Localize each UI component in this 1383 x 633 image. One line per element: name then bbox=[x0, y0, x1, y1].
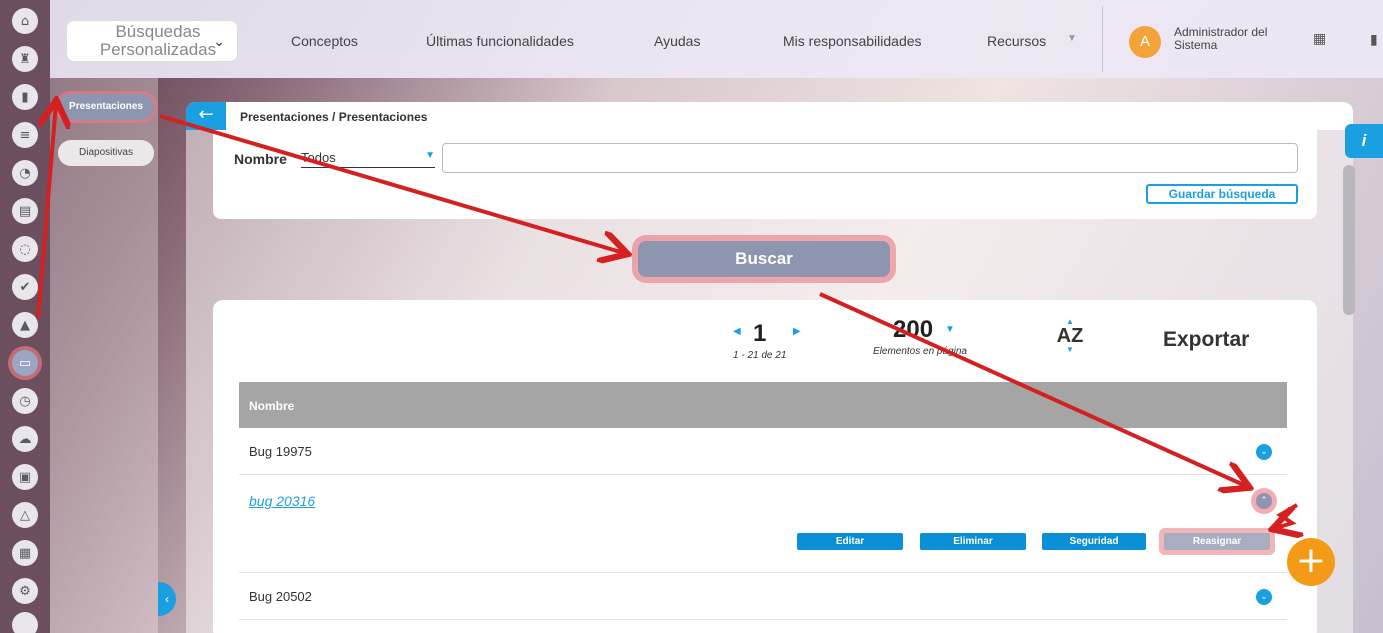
nav-mis-responsabilidades[interactable]: Mis responsabilidades bbox=[783, 33, 922, 49]
results-table: Nombre Bug 19975 ⌄ bug 20316 ⌃ Editar El… bbox=[239, 382, 1287, 620]
add-button[interactable]: + bbox=[1287, 538, 1335, 586]
network-icon[interactable]: △ bbox=[12, 502, 38, 528]
table-header: Nombre bbox=[239, 382, 1287, 428]
nav-ayudas[interactable]: Ayudas bbox=[654, 33, 700, 49]
custom-search-select[interactable]: Búsquedas Personalizadas ⌄ bbox=[66, 20, 238, 62]
filter-card: Nombre Todos ▼ Guardar búsqueda bbox=[213, 130, 1317, 219]
gear-icon[interactable]: ⚙ bbox=[12, 578, 38, 604]
caret-down-icon: ▼ bbox=[945, 324, 955, 335]
sort-button[interactable]: ▲ AZ ▼ bbox=[1055, 318, 1085, 362]
per-page-label: Elementos en página bbox=[873, 346, 967, 357]
nav-ultimas-funcionalidades[interactable]: Últimas funcionalidades bbox=[426, 33, 574, 49]
per-page-select[interactable]: 200 ▼ Elementos en página bbox=[873, 316, 1003, 360]
row-name: Bug 20502 bbox=[249, 589, 312, 604]
table-row[interactable]: Bug 19975 ⌄ bbox=[239, 428, 1287, 475]
next-page-icon[interactable]: ▶ bbox=[793, 326, 801, 337]
search-button[interactable]: Buscar bbox=[638, 241, 890, 277]
table-row[interactable]: Bug 20502 ⌄ bbox=[239, 573, 1287, 620]
chevron-up-icon[interactable]: ⌃ bbox=[1256, 493, 1272, 509]
sort-label: AZ bbox=[1056, 325, 1084, 347]
pager: ◀ 1 ▶ 1 - 21 de 21 bbox=[723, 320, 813, 364]
list-icon[interactable]: ≡ bbox=[12, 122, 38, 148]
blank-icon[interactable] bbox=[12, 612, 38, 633]
filter-mode-select[interactable]: Todos ▼ bbox=[301, 150, 435, 168]
pie-chart-icon[interactable]: ◔ bbox=[12, 160, 38, 186]
document-icon[interactable]: ▤ bbox=[12, 198, 38, 224]
edit-button[interactable]: Editar bbox=[797, 533, 903, 550]
page-number: 1 bbox=[753, 320, 767, 347]
clock-icon[interactable]: ◷ bbox=[12, 388, 38, 414]
main-panel: ← Presentaciones / Presentaciones Nombre… bbox=[186, 102, 1353, 633]
name-filter-input[interactable] bbox=[442, 143, 1298, 173]
table-row-expanded[interactable]: bug 20316 ⌃ Editar Eliminar Seguridad Re… bbox=[239, 475, 1287, 573]
info-icon[interactable]: i bbox=[1345, 124, 1383, 158]
chevron-down-icon[interactable]: ⌄ bbox=[1256, 589, 1272, 605]
nav-conceptos[interactable]: Conceptos bbox=[291, 33, 358, 49]
filter-label: Nombre bbox=[234, 151, 287, 167]
export-button[interactable]: Exportar bbox=[1163, 328, 1249, 352]
back-arrow-icon[interactable]: ← bbox=[186, 102, 226, 130]
side-menu: Presentaciones Diapositivas bbox=[50, 78, 158, 633]
cycle-icon[interactable]: ◌ bbox=[12, 236, 38, 262]
reassign-button[interactable]: Reasignar bbox=[1164, 533, 1270, 550]
chevron-down-icon[interactable]: ⌄ bbox=[1256, 444, 1272, 460]
nav-recursos[interactable]: Recursos bbox=[987, 33, 1046, 49]
home-icon[interactable]: ⌂ bbox=[12, 8, 38, 34]
sort-down-icon: ▼ bbox=[1066, 345, 1074, 354]
results-card: ◀ 1 ▶ 1 - 21 de 21 200 ▼ Elementos en pá… bbox=[213, 300, 1317, 633]
filter-mode-value: Todos bbox=[301, 150, 336, 165]
breadcrumb: Presentaciones / Presentaciones bbox=[240, 110, 428, 124]
side-item-presentaciones[interactable]: Presentaciones bbox=[58, 94, 154, 120]
chess-icon[interactable]: ♜ bbox=[12, 46, 38, 72]
collapse-menu-button[interactable]: ‹ bbox=[158, 582, 176, 616]
security-button[interactable]: Seguridad bbox=[1042, 533, 1146, 550]
panel-header: ← Presentaciones / Presentaciones bbox=[186, 102, 1353, 130]
presentation-icon[interactable]: ▭ bbox=[12, 350, 38, 376]
prev-page-icon[interactable]: ◀ bbox=[733, 326, 741, 337]
per-page-value: 200 bbox=[893, 316, 934, 343]
icon-rail: ⌂ ♜ ▮ ≡ ◔ ▤ ◌ ✔ ▲ ▭ ◷ ☁ ▣ △ ▦ ⚙ bbox=[0, 0, 50, 633]
delete-button[interactable]: Eliminar bbox=[920, 533, 1026, 550]
calendar-icon[interactable]: ▦ bbox=[1313, 31, 1326, 47]
warning-icon[interactable]: ▲ bbox=[12, 312, 38, 338]
row-name-link[interactable]: bug 20316 bbox=[249, 493, 315, 509]
user-name[interactable]: Administrador del Sistema bbox=[1174, 26, 1294, 52]
recursos-caret-icon[interactable]: ▼ bbox=[1067, 33, 1077, 44]
row-name: Bug 19975 bbox=[249, 444, 312, 459]
save-search-button[interactable]: Guardar búsqueda bbox=[1146, 184, 1298, 204]
report-icon[interactable]: ▦ bbox=[12, 540, 38, 566]
chevron-down-icon: ⌄ bbox=[213, 34, 225, 50]
more-icon[interactable]: ▮ bbox=[1370, 31, 1378, 48]
check-circle-icon[interactable]: ✔ bbox=[12, 274, 38, 300]
avatar[interactable]: A bbox=[1129, 26, 1161, 58]
nav-separator bbox=[1102, 6, 1103, 72]
cloud-icon[interactable]: ☁ bbox=[12, 426, 38, 452]
side-item-diapositivas[interactable]: Diapositivas bbox=[58, 140, 154, 166]
clipboard-icon[interactable]: ▣ bbox=[12, 464, 38, 490]
custom-search-label: Búsquedas Personalizadas bbox=[99, 22, 217, 59]
page-range: 1 - 21 de 21 bbox=[733, 350, 787, 361]
bar-chart-icon[interactable]: ▮ bbox=[12, 84, 38, 110]
top-bar: Búsquedas Personalizadas ⌄ Conceptos Últ… bbox=[50, 0, 1383, 78]
scrollbar[interactable] bbox=[1343, 165, 1355, 315]
caret-down-icon: ▼ bbox=[425, 150, 435, 161]
